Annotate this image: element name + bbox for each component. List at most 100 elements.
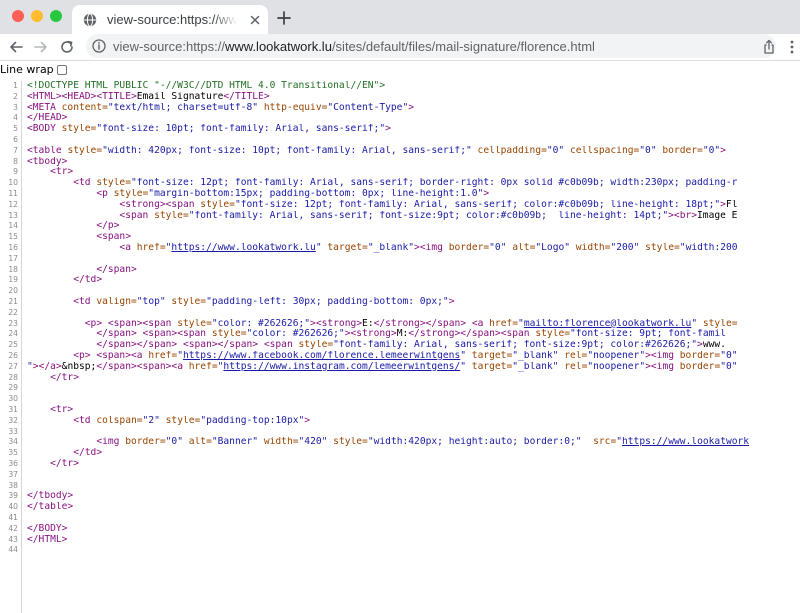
source-token: <tbody> <box>27 156 68 167</box>
tab-view-source[interactable]: view-source:https://www.lookatwork.lu/si… <box>72 5 268 34</box>
source-token: style= <box>327 437 368 448</box>
source-token: "font-family: Arial, sans-serif; font-si… <box>188 210 669 221</box>
address-bar[interactable]: view-source:https://www.lookatwork.lu/si… <box>86 34 776 58</box>
line-number: 2 <box>13 91 18 101</box>
line-number: 20 <box>8 286 18 296</box>
source-token: target= <box>466 361 513 372</box>
source-token: border= <box>679 361 721 372</box>
source-token: "font-size: 9pt; font-famil <box>570 329 726 340</box>
reload-icon[interactable] <box>59 39 75 55</box>
line-number: 1 <box>13 81 18 90</box>
url-prefix: view-source:https:// <box>113 39 225 54</box>
source-token: www. <box>702 340 726 351</box>
line-content: </BODY> <box>27 524 800 535</box>
line-number: 24 <box>8 329 18 339</box>
source-token: cellpadding= <box>471 145 547 156</box>
source-token: "0" <box>165 437 183 448</box>
source-link[interactable]: https://www.lookatwork <box>622 437 749 447</box>
source-token: alt= <box>182 437 212 448</box>
source-token: style= <box>177 318 212 329</box>
source-token: > <box>408 102 415 113</box>
source-token: > <box>385 124 391 135</box>
source-link[interactable]: mailto:florence@lookatwork.lu <box>524 319 692 329</box>
source-token: </HTML> <box>27 534 68 545</box>
source-token: <a <box>171 361 189 372</box>
line-number: 22 <box>8 307 18 317</box>
source-token: <a <box>471 318 490 329</box>
source-token: "color: #262626;" <box>211 318 311 329</box>
source-token: <span> <box>182 340 218 351</box>
source-token: style= <box>535 329 570 340</box>
window-zoom-button[interactable] <box>50 10 62 22</box>
source-token <box>27 297 73 307</box>
line-content: <p> <span><span style="color: #262626;">… <box>27 319 800 330</box>
url-text[interactable]: view-source:https://www.lookatwork.lu/si… <box>113 39 595 54</box>
line-number: 11 <box>8 189 18 198</box>
forward-arrow-icon[interactable] <box>33 39 49 55</box>
line-wrap-toggle[interactable]: Line wrap <box>0 62 67 77</box>
share-icon[interactable] <box>762 39 776 55</box>
line-content: <strong><span style="font-size: 12pt; fo… <box>27 200 800 211</box>
source-token: "noopener" <box>587 351 646 361</box>
globe-icon <box>83 13 97 27</box>
info-icon[interactable] <box>92 39 106 53</box>
line-number: 34 <box>8 437 18 447</box>
source-token: <BODY <box>27 124 62 135</box>
source-token: Fl <box>725 199 738 210</box>
line-wrap-checkbox[interactable] <box>56 64 67 75</box>
url-path: /sites/default/files/mail-signature/flor… <box>331 39 595 54</box>
back-arrow-icon[interactable] <box>8 39 24 55</box>
window-minimize-button[interactable] <box>31 10 43 22</box>
source-token <box>27 243 119 253</box>
source-token: <img <box>96 437 126 448</box>
line-number: 23 <box>8 318 18 328</box>
browser-toolbar: view-source:https://www.lookatwork.lu/si… <box>0 34 800 60</box>
line-content: <tbody> <box>27 157 800 168</box>
plus-icon[interactable] <box>276 10 292 26</box>
source-token: href= <box>489 318 519 329</box>
close-icon[interactable] <box>248 13 262 27</box>
window-close-button[interactable] <box>12 10 24 22</box>
source-token: style= <box>639 243 680 253</box>
source-token <box>27 448 73 458</box>
source-token: "Content-Type" <box>327 102 409 113</box>
source-token: <!DOCTYPE HTML PUBLIC "-//W3C//DTD HTML … <box>27 81 386 91</box>
source-token: > <box>304 415 311 426</box>
source-token: </strong> <box>408 329 461 340</box>
line-number: 12 <box>8 199 18 209</box>
source-code-view: 1 <!DOCTYPE HTML PUBLIC "-//W3C//DTD HTML… <box>0 81 800 613</box>
source-token: style= <box>154 210 189 221</box>
source-token: </TITLE> <box>223 91 270 102</box>
line-content: <td style="font-size: 12pt; font-family:… <box>27 178 800 189</box>
source-token: border= <box>656 145 703 156</box>
line-number: 21 <box>8 297 18 306</box>
source-token: style= <box>211 329 247 340</box>
source-token <box>27 373 50 383</box>
source-token: <span <box>119 210 155 221</box>
source-token: rel= <box>558 361 588 372</box>
source-token: </span> <box>96 361 137 372</box>
line-number: 15 <box>8 232 18 242</box>
source-token <box>27 405 50 415</box>
toolbar-divider <box>0 60 800 61</box>
source-token: <span> <box>96 351 131 361</box>
source-token: <META <box>27 102 62 113</box>
source-token <box>27 329 96 339</box>
source-token: </span> <box>136 340 183 351</box>
more-vert-icon[interactable] <box>788 40 796 54</box>
source-token: http-equiv= <box>258 102 328 113</box>
source-token <box>27 178 73 188</box>
source-token: Email Signature <box>136 91 224 102</box>
source-token: <strong> <box>315 318 363 329</box>
source-token: </span> <box>425 318 472 329</box>
line-number: 18 <box>8 264 18 274</box>
source-token: </span> <box>96 264 137 275</box>
source-token: border= <box>448 243 490 253</box>
source-link[interactable]: https://www.facebook.com/florence.lemeer… <box>183 351 460 361</box>
line-number: 42 <box>8 523 18 533</box>
source-link[interactable]: https://www.lookatwork.lu <box>171 243 315 253</box>
source-token <box>27 167 50 177</box>
source-link[interactable]: https://www.instagram.com/lemeerwintgens… <box>223 362 460 372</box>
source-token <box>27 459 50 469</box>
source-token: <span> <box>142 329 178 340</box>
